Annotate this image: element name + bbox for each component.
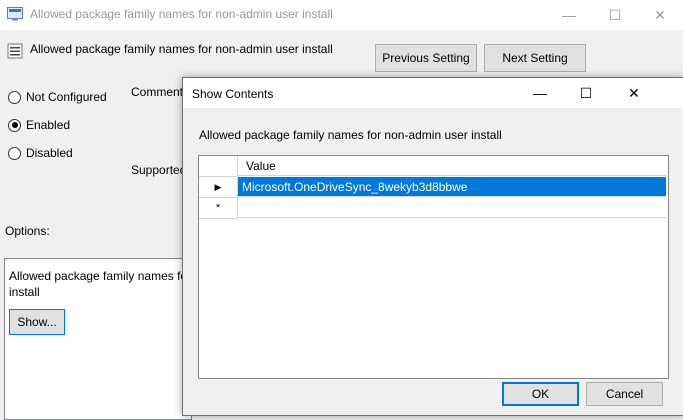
setting-icon (7, 43, 23, 59)
show-contents-dialog: Show Contents — ☐ ✕ Allowed package fami… (182, 77, 683, 416)
radio-circle[interactable] (8, 118, 21, 132)
radio-circle[interactable] (8, 90, 21, 104)
policy-window-icon (7, 7, 23, 21)
radio-circle[interactable] (8, 146, 21, 160)
grid-corner-header (199, 156, 238, 177)
previous-setting-button[interactable]: Previous Setting (375, 44, 477, 72)
dialog-title: Show Contents (192, 87, 274, 101)
show-button[interactable]: Show... (9, 309, 65, 335)
cancel-button[interactable]: Cancel (586, 382, 663, 406)
radio-label: Disabled (26, 146, 73, 160)
options-panel: Allowed package family names fo install … (4, 258, 192, 420)
radio-label: Not Configured (26, 90, 107, 104)
minimize-icon[interactable]: — (546, 0, 592, 30)
grid-cell-value[interactable]: Microsoft.OneDriveSync_8wekyb3d8bbwe (238, 177, 666, 197)
options-label: Options: (5, 224, 50, 238)
new-row-icon[interactable]: * (199, 198, 238, 219)
radio-enabled[interactable]: Enabled (8, 118, 70, 132)
close-icon[interactable]: ✕ (609, 78, 659, 108)
ok-button[interactable]: OK (502, 382, 579, 406)
options-text-line2: install (9, 285, 40, 299)
radio-disabled[interactable]: Disabled (8, 146, 73, 160)
grid-column-header-value[interactable]: Value (238, 156, 666, 176)
grid-cell-new-value[interactable] (238, 198, 666, 218)
values-grid[interactable]: Value ▶ Microsoft.OneDriveSync_8wekyb3d8… (198, 155, 669, 379)
options-text-line1: Allowed package family names fo (9, 269, 188, 283)
dialog-description: Allowed package family names for non-adm… (199, 128, 502, 142)
comment-label: Comment (131, 85, 184, 99)
row-indicator-icon[interactable]: ▶ (199, 177, 238, 198)
supported-on-label: Supported (131, 163, 187, 177)
minimize-icon[interactable]: — (517, 78, 563, 108)
maximize-icon[interactable]: ☐ (563, 78, 609, 108)
background-window-title: Allowed package family names for non-adm… (30, 7, 333, 21)
maximize-icon[interactable]: ☐ (592, 0, 638, 30)
close-icon[interactable]: ✕ (637, 0, 683, 30)
setting-name: Allowed package family names for non-adm… (30, 42, 333, 56)
next-setting-button[interactable]: Next Setting (484, 44, 586, 72)
radio-label: Enabled (26, 118, 71, 132)
radio-not-configured[interactable]: Not Configured (8, 90, 107, 104)
